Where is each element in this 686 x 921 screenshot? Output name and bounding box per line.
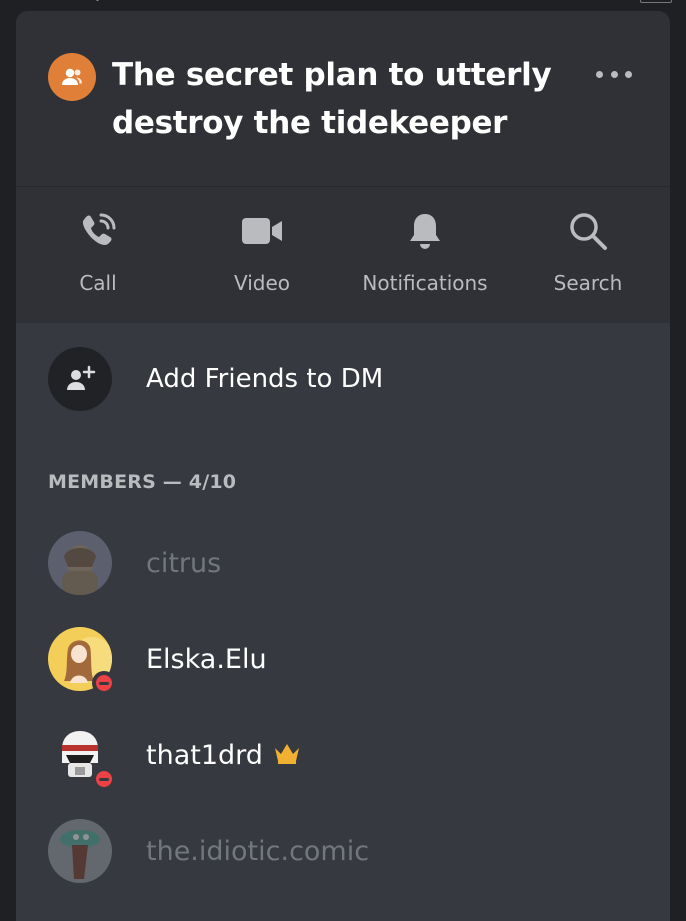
search-button[interactable]: Search <box>508 201 668 311</box>
battery-icon <box>640 0 672 3</box>
dm-details-sheet: The secret plan to utterly destroy the t… <box>16 11 670 921</box>
avatar <box>48 627 116 695</box>
member-row-that1drd[interactable]: that1drd <box>48 723 648 791</box>
add-friends-label: Add Friends to DM <box>146 364 384 394</box>
more-options-icon[interactable] <box>596 66 632 82</box>
dm-header: The secret plan to utterly destroy the t… <box>16 11 670 323</box>
member-name: the.idiotic.comic <box>146 835 370 867</box>
action-bar: Call Video Notifications Search <box>16 201 670 311</box>
group-users-icon <box>62 68 82 85</box>
dnd-status-icon <box>92 767 116 791</box>
dnd-status-icon <box>92 671 116 695</box>
member-row-the-idiotic-comic[interactable]: the.idiotic.comic <box>48 819 648 883</box>
search-label: Search <box>553 271 623 295</box>
add-user-icon <box>48 347 112 411</box>
member-name-container: that1drd <box>146 740 301 771</box>
video-label: Video <box>233 271 291 295</box>
member-row-citrus[interactable]: citrus <box>48 531 648 595</box>
notifications-button[interactable]: Notifications <box>345 201 505 311</box>
call-label: Call <box>79 271 117 295</box>
dm-title: The secret plan to utterly destroy the t… <box>112 57 552 141</box>
call-button[interactable]: Call <box>18 201 178 311</box>
crown-icon <box>273 742 301 764</box>
avatar <box>48 531 112 595</box>
video-button[interactable]: Video <box>182 201 342 311</box>
magnifier-icon <box>570 213 607 250</box>
member-name: Elska.Elu <box>146 643 267 675</box>
notifications-label: Notifications <box>362 271 488 295</box>
video-camera-icon <box>242 218 282 244</box>
avatar <box>48 819 112 883</box>
members-heading: MEMBERS — 4/10 <box>48 471 237 493</box>
add-friends-to-dm-button[interactable]: Add Friends to DM <box>48 347 648 411</box>
header-divider <box>16 186 670 187</box>
member-name: citrus <box>146 547 222 579</box>
member-row-elska-elu[interactable]: Elska.Elu <box>48 627 648 695</box>
avatar <box>48 723 116 791</box>
member-name: that1drd <box>146 739 263 771</box>
phone-call-icon <box>82 213 116 245</box>
group-dm-icon <box>48 53 96 101</box>
status-dot <box>96 0 99 1</box>
bell-icon <box>410 214 440 249</box>
